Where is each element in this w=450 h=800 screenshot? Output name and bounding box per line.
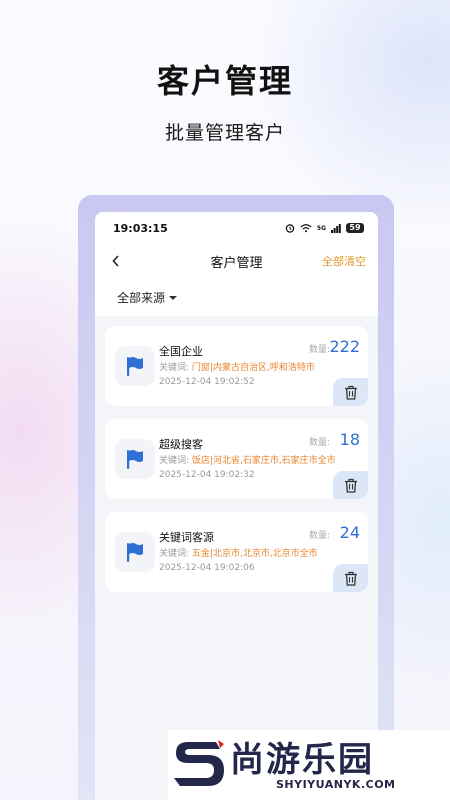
clear-all-button[interactable]: 全部清空 xyxy=(322,253,366,269)
flag-icon xyxy=(115,532,155,572)
brand-logo-icon xyxy=(174,740,224,786)
watermark-url: SHYIYUANYK.COM xyxy=(276,778,396,791)
wifi-icon xyxy=(300,224,312,233)
flag-icon xyxy=(115,439,155,479)
customer-card[interactable]: 关键词客源 关键词: 五金|北京市,北京市,北京市全市 2025-12-04 1… xyxy=(105,512,368,592)
status-icons: 5G 59 xyxy=(285,223,364,233)
filter-row: 全部来源 xyxy=(95,278,378,316)
card-title: 全国企业 xyxy=(159,345,203,358)
keyword-label: 关键词: xyxy=(159,549,190,559)
count-label: 数量: xyxy=(308,531,330,541)
count-value: 18 xyxy=(339,430,360,449)
status-time: 19:03:15 xyxy=(113,221,168,235)
trash-icon xyxy=(344,385,357,400)
card-date: 2025-12-04 19:02:06 xyxy=(159,563,255,573)
source-filter-dropdown[interactable]: 全部来源 xyxy=(117,289,178,306)
status-bar: 19:03:15 5G 59 xyxy=(95,212,378,244)
count-label: 数量: xyxy=(308,438,330,448)
trash-icon xyxy=(344,478,357,493)
network-label: 5G xyxy=(316,224,326,232)
count-value: 24 xyxy=(339,523,360,542)
keyword-value: 门窗|内蒙古自治区,呼和浩特市 xyxy=(191,363,315,373)
signal-icon xyxy=(331,224,341,233)
promo-title: 客户管理 xyxy=(156,62,293,100)
customer-list: 全国企业 关键词: 门窗|内蒙古自治区,呼和浩特市 2025-12-04 19:… xyxy=(95,316,378,592)
customer-card[interactable]: 超级搜客 关键词: 饭店|河北省,石家庄市,石家庄市全市 2025-12-04 … xyxy=(105,419,368,499)
count-value: 222 xyxy=(329,337,360,356)
keyword-value: 饭店|河北省,石家庄市,石家庄市全市 xyxy=(191,456,336,466)
phone-screen: 19:03:15 5G 59 客户管理 全部清空 全部来源 全国企业 关键词: … xyxy=(95,212,378,800)
keyword-label: 关键词: xyxy=(159,456,190,466)
customer-card[interactable]: 全国企业 关键词: 门窗|内蒙古自治区,呼和浩特市 2025-12-04 19:… xyxy=(105,326,368,406)
delete-button[interactable] xyxy=(333,378,368,406)
card-keywords: 关键词: 五金|北京市,北京市,北京市全市 xyxy=(159,546,318,559)
flag-icon xyxy=(115,346,155,386)
delete-button[interactable] xyxy=(333,471,368,499)
source-filter-label: 全部来源 xyxy=(117,290,166,305)
caret-down-icon xyxy=(169,295,178,300)
keyword-label: 关键词: xyxy=(159,363,190,373)
navbar: 客户管理 全部清空 xyxy=(95,244,378,278)
card-keywords: 关键词: 饭店|河北省,石家庄市,石家庄市全市 xyxy=(159,453,336,466)
card-title: 关键词客源 xyxy=(159,531,214,544)
keyword-value: 五金|北京市,北京市,北京市全市 xyxy=(191,549,318,559)
card-date: 2025-12-04 19:02:32 xyxy=(159,470,255,480)
watermark-brand: 尚游乐园 xyxy=(230,740,374,780)
watermark: 尚游乐园 SHYIYUANYK.COM xyxy=(168,730,450,800)
battery-icon: 59 xyxy=(346,223,364,233)
card-keywords: 关键词: 门窗|内蒙古自治区,呼和浩特市 xyxy=(159,360,315,373)
count-label: 数量: xyxy=(308,345,330,355)
delete-button[interactable] xyxy=(333,564,368,592)
card-date: 2025-12-04 19:02:52 xyxy=(159,377,255,387)
card-title: 超级搜客 xyxy=(159,438,203,451)
trash-icon xyxy=(344,571,357,586)
promo-subtitle: 批量管理客户 xyxy=(164,122,285,144)
alarm-icon xyxy=(285,224,295,233)
